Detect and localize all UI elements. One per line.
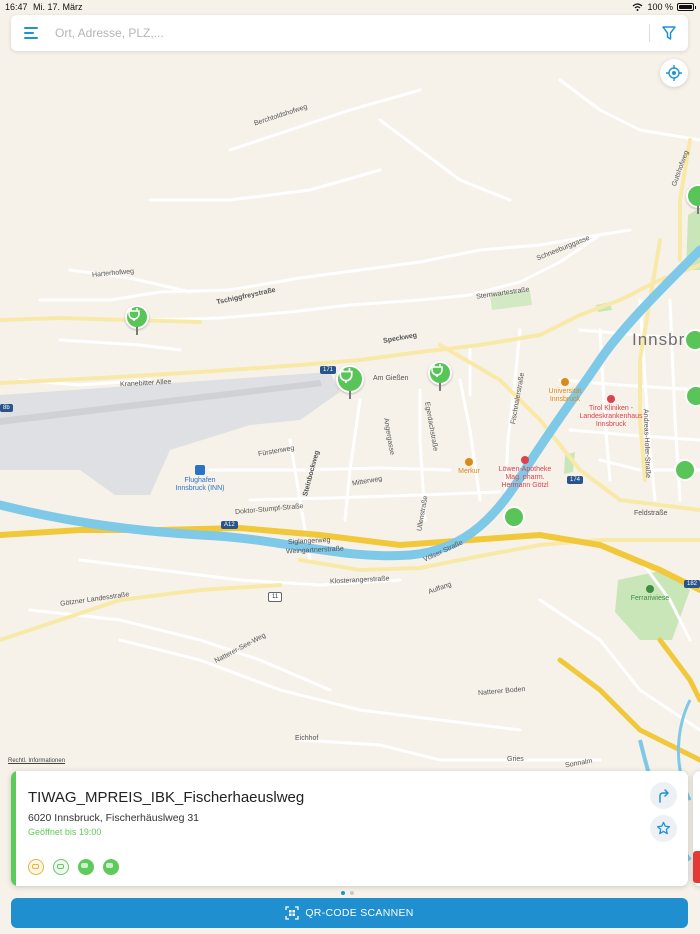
station-name: TIWAG_MPREIS_IBK_Fischerhaeuslweg [28,789,305,806]
airplane-icon [195,465,205,475]
charging-station-marker[interactable] [428,361,452,391]
availability-accent [11,771,16,886]
airport-poi[interactable]: Flughafen Innsbruck (INN) [172,465,228,493]
charging-station-dot[interactable] [674,459,696,481]
plug-icon [339,368,353,383]
route-shield: 182 [684,580,700,588]
route-shield: 174 [567,476,584,484]
hospital-icon [607,395,615,403]
plug-icon [128,308,140,321]
crosshair-icon [666,65,682,81]
battery-icon [677,3,696,11]
type2-connector-icon[interactable] [28,859,44,875]
search-bar [11,15,688,51]
qr-scan-button[interactable]: QR-CODE SCANNEN [11,898,688,928]
pharmacy-poi[interactable]: Löwen-Apotheke Mag. pharm. Hermann Götzl [492,456,558,490]
menu-icon[interactable] [24,27,38,39]
pharmacy-icon [521,456,529,464]
pager-dot-active [341,891,345,895]
type2-connector-icon[interactable] [53,859,69,875]
park-label: Ferrariwiese [630,595,670,602]
directions-button[interactable] [650,782,677,809]
charging-station-marker[interactable] [125,305,149,335]
directions-arrow-icon [658,788,669,803]
store-poi[interactable]: Merkur [455,458,483,476]
city-label: Innsbr [632,330,686,349]
card-pager [341,891,354,895]
store-label: Merkur [458,468,480,475]
university-icon [561,378,569,386]
station-address: 6020 Innsbruck, Fischerhäuslweg 31 [28,812,200,824]
qr-scan-label: QR-CODE SCANNEN [305,907,414,919]
charging-station-dot[interactable] [503,506,525,528]
locate-me-button[interactable] [660,59,688,87]
airport-label: Flughafen Innsbruck (INN) [175,477,225,492]
tree-icon [646,585,654,593]
route-shield: 171 [320,366,337,374]
park-poi[interactable]: Ferrariwiese [625,585,675,603]
street-label: Eichhof [295,735,319,742]
status-date: Mi. 17. März [33,2,83,12]
route-shield: 8b [0,404,13,412]
plug-icon [431,364,443,377]
status-bar: 16:47 Mi. 17. März 100 % [0,0,700,14]
hospital-poi[interactable]: Tirol Kliniken - Landeskrankenhaus Innsb… [566,395,656,429]
filter-icon[interactable] [661,25,677,41]
street-label: Gries [507,756,524,763]
route-shield: 11 [268,592,283,602]
charging-station-dot[interactable] [685,385,700,407]
ccs-connector-icon[interactable] [103,859,119,875]
ccs-connector-icon[interactable] [78,859,94,875]
star-icon [656,821,671,835]
pharmacy-label: Löwen-Apotheke Mag. pharm. Hermann Götzl [498,466,552,489]
favorite-button[interactable] [650,815,677,842]
shopping-icon [465,458,473,466]
battery-percent: 100 % [647,2,673,12]
station-card[interactable]: TIWAG_MPREIS_IBK_Fischerhaeuslweg 6020 I… [11,771,688,886]
legal-info-link[interactable]: Rechtl. Informationen [8,758,65,764]
pager-dot [350,891,354,895]
connector-list [28,859,119,875]
search-input[interactable] [55,22,645,44]
status-time: 16:47 [5,2,28,12]
charging-station-marker-selected[interactable] [336,365,364,399]
street-label: Feldstraße [634,510,668,517]
qr-code-icon [285,906,299,920]
opening-status: Geöffnet bis 19:00 [28,827,102,837]
route-shield: A12 [221,521,238,529]
charging-station-dot[interactable] [684,329,700,351]
search-divider [649,24,650,42]
hospital-label: Tirol Kliniken - Landeskrankenhaus Innsb… [579,405,643,428]
next-station-card[interactable] [693,771,700,886]
street-label: Am Gießen [373,375,409,382]
wifi-icon [633,3,643,11]
